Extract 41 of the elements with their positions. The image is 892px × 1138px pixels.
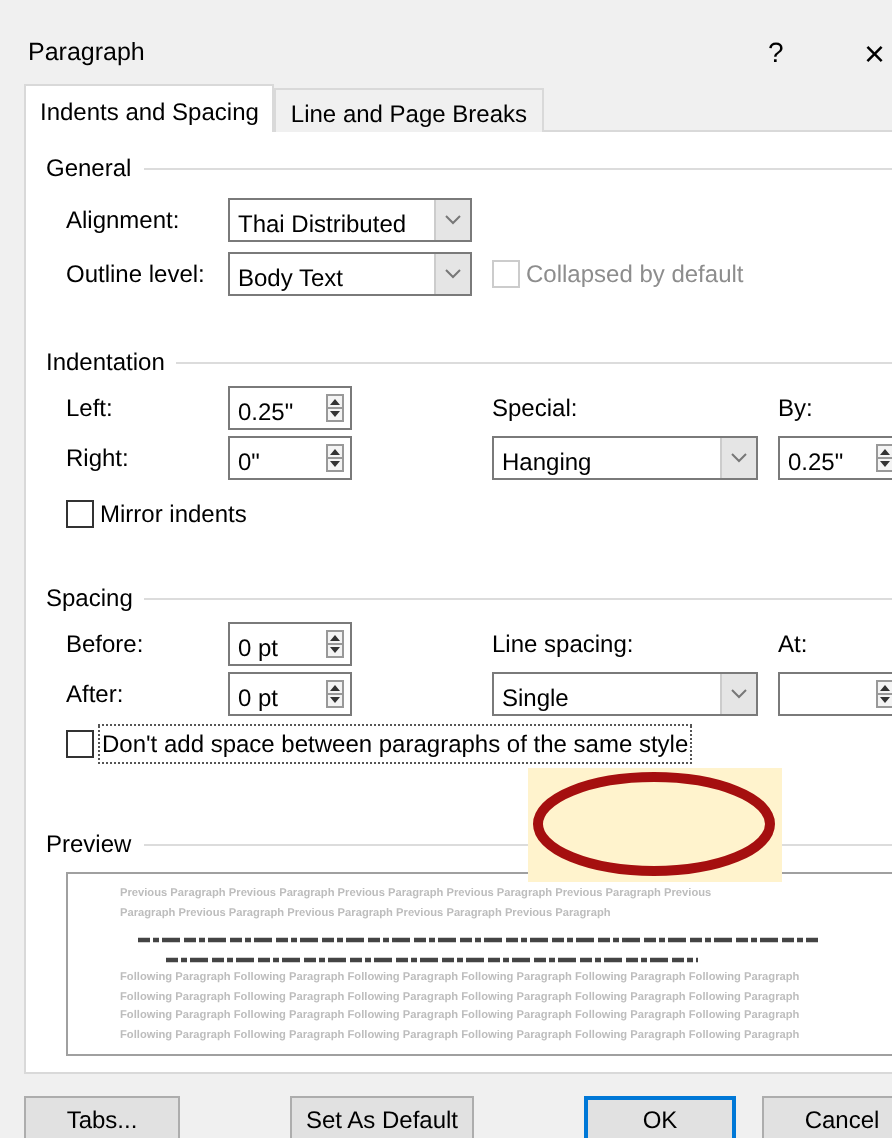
dialog-button[interactable]: Tabs... xyxy=(24,1096,180,1138)
section-heading: Indentation xyxy=(46,346,165,380)
dropdown-caret-icon[interactable] xyxy=(720,437,756,477)
checkbox-label[interactable]: Don't add space between paragraphs of the same style xyxy=(100,725,691,761)
right-indent-spinbox[interactable]: 0" xyxy=(228,435,352,479)
dialog-title: Paragraph xyxy=(28,36,147,71)
after-spinbox[interactable]: 0 pt xyxy=(228,671,352,715)
left-indent-spinbox[interactable]: 0.25" xyxy=(228,385,352,429)
tab[interactable]: Indents and Spacing xyxy=(24,84,275,132)
dropdown-caret-icon[interactable] xyxy=(434,199,470,239)
checkbox-label[interactable]: Mirror indents xyxy=(100,495,247,531)
by-spinbox[interactable]: 0.25" xyxy=(778,435,892,479)
dropdown-caret-icon[interactable] xyxy=(720,673,756,713)
checkbox[interactable] xyxy=(66,499,94,527)
dialog-button[interactable]: Cancel xyxy=(762,1096,892,1138)
field-label: Right: xyxy=(66,441,131,475)
dialog-button[interactable]: Set As Default xyxy=(290,1096,474,1138)
section-heading: General xyxy=(46,152,132,186)
close-button[interactable]: × xyxy=(864,39,886,67)
dialog-button[interactable]: OK xyxy=(584,1096,736,1138)
section-heading: Spacing xyxy=(46,582,133,616)
line-spacing-dropdown[interactable]: Single xyxy=(492,671,758,715)
at-spinbox[interactable] xyxy=(778,671,892,715)
before-spinbox[interactable]: 0 pt xyxy=(228,621,352,665)
section-heading: Preview xyxy=(46,828,132,862)
tab[interactable]: Line and Page Breaks xyxy=(274,88,544,132)
dropdown-caret-icon[interactable] xyxy=(434,253,470,293)
help-button[interactable]: ? xyxy=(768,32,864,74)
field-label: By: xyxy=(778,391,813,425)
field-label: Special: xyxy=(492,391,580,425)
alignment-dropdown[interactable]: Thai Distributed xyxy=(228,197,472,241)
field-label: Alignment: xyxy=(66,203,182,237)
field-label: Line spacing: xyxy=(492,627,636,661)
field-label: Outline level: xyxy=(66,257,207,291)
special-dropdown[interactable]: Hanging xyxy=(492,435,758,479)
field-label: Before: xyxy=(66,627,146,661)
field-label: After: xyxy=(66,677,126,711)
field-label: At: xyxy=(778,627,808,661)
checkbox[interactable] xyxy=(66,729,94,757)
field-label: Left: xyxy=(66,391,115,425)
outline-level-dropdown[interactable]: Body Text xyxy=(228,251,472,295)
